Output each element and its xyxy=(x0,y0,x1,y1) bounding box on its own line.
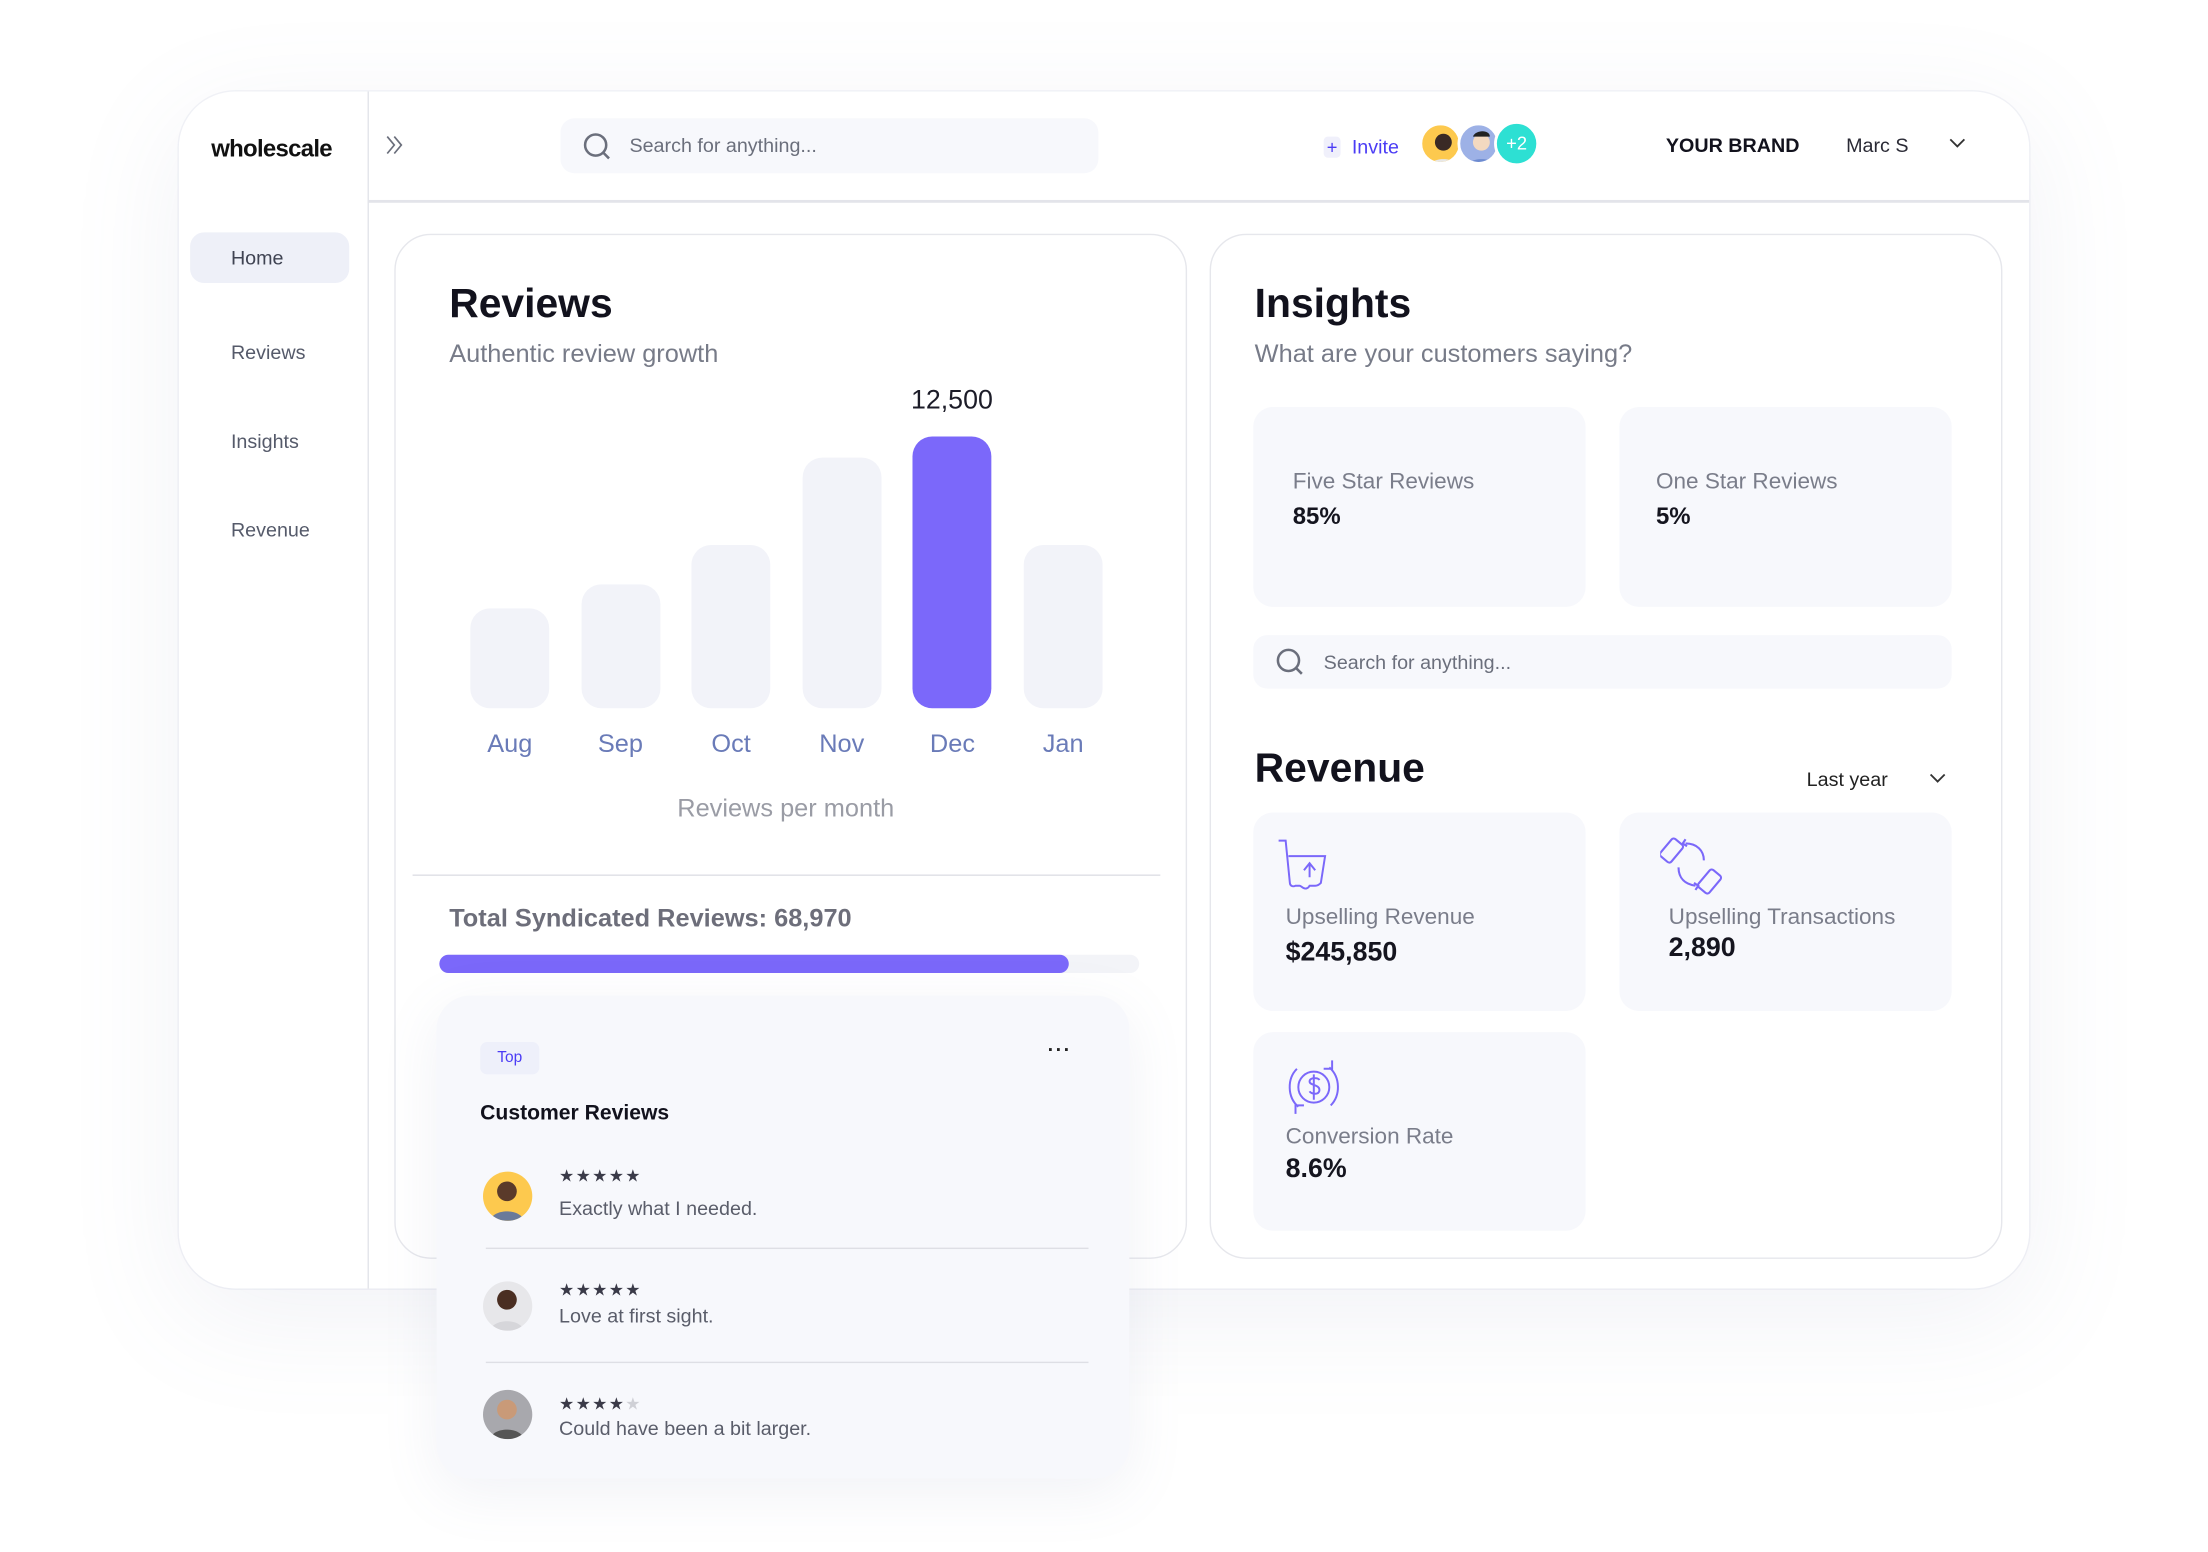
stat-label: Conversion Rate xyxy=(1285,1125,1454,1150)
star-rating: ★★★★★ xyxy=(559,1280,642,1300)
chevron-down-icon[interactable] xyxy=(1947,137,1967,151)
sidebar-divider xyxy=(367,91,369,1289)
stat-value: 2,890 xyxy=(1668,933,1736,964)
bar-dec[interactable] xyxy=(913,436,992,709)
bar-jan[interactable] xyxy=(1023,545,1103,709)
stat-label: Five Star Reviews xyxy=(1292,470,1475,495)
reviews-subtitle: Authentic review growth xyxy=(449,339,719,368)
bar-sep[interactable] xyxy=(580,584,660,709)
divider xyxy=(485,1361,1089,1364)
one-star-stat: One Star Reviews 5% xyxy=(1619,406,1952,607)
reviewer-avatar xyxy=(482,1171,533,1221)
stat-label: Upselling Transactions xyxy=(1668,905,1896,930)
person-icon xyxy=(490,1289,524,1331)
reviewer-avatar xyxy=(482,1281,533,1331)
more-options-icon[interactable]: ··· xyxy=(1048,1038,1072,1061)
chart-caption: Reviews per month xyxy=(677,794,895,823)
logo[interactable]: wholescale xyxy=(211,135,332,163)
sidebar-item-home[interactable]: Home xyxy=(190,232,350,284)
person-icon xyxy=(490,1399,524,1440)
team-avatar[interactable] xyxy=(1419,122,1462,165)
star-rating: ★★★★★ xyxy=(559,1394,642,1414)
period-select[interactable]: Last year xyxy=(1807,767,1888,790)
stat-value: $245,850 xyxy=(1285,937,1398,968)
divider xyxy=(412,874,1161,876)
review-text: Could have been a bit larger. xyxy=(559,1416,812,1440)
x-tick-label: Aug xyxy=(487,729,533,758)
stat-value: 85% xyxy=(1292,502,1341,530)
insights-search-input[interactable]: Search for anything... xyxy=(1253,635,1952,689)
stat-value: 8.6% xyxy=(1285,1154,1347,1185)
stat-label: One Star Reviews xyxy=(1655,470,1838,495)
x-tick-label: Nov xyxy=(819,729,865,758)
card-exchange-icon xyxy=(1660,837,1723,895)
header-search-input[interactable]: Search for anything... xyxy=(560,118,1099,174)
review-text: Love at first sight. xyxy=(559,1303,714,1327)
x-tick-label: Sep xyxy=(597,729,643,758)
upselling-transactions-stat: Upselling Transactions 2,890 xyxy=(1619,812,1952,1012)
x-tick-label: Jan xyxy=(1042,729,1084,758)
dashboard: wholescale Home Reviews Insights Revenue… xyxy=(0,0,2208,1552)
five-star-stat: Five Star Reviews 85% xyxy=(1253,406,1586,607)
cart-upload-icon xyxy=(1278,839,1327,890)
team-more-count[interactable]: +2 xyxy=(1494,121,1540,167)
reviews-title: Reviews xyxy=(449,281,613,327)
stat-label: Upselling Revenue xyxy=(1285,905,1475,930)
customer-reviews-title: Customer Reviews xyxy=(480,1101,670,1126)
insights-title: Insights xyxy=(1254,281,1412,327)
upselling-revenue-stat: Upselling Revenue $245,850 xyxy=(1253,812,1586,1012)
divider xyxy=(485,1247,1089,1250)
insights-subtitle: What are your customers saying? xyxy=(1254,339,1633,368)
bar-data-label: 12,500 xyxy=(910,385,993,416)
reviews-progress-bar xyxy=(439,954,1140,974)
x-tick-label: Dec xyxy=(929,729,975,758)
sidebar-item-reviews[interactable]: Reviews xyxy=(190,327,349,378)
invite-label: Invite xyxy=(1351,135,1399,158)
reviewer-avatar xyxy=(482,1389,533,1440)
star-rating: ★★★★★ xyxy=(559,1165,642,1186)
invite-button[interactable]: + Invite xyxy=(1323,131,1399,162)
top-badge[interactable]: Top xyxy=(480,1042,540,1075)
progress-fill xyxy=(439,954,1070,974)
review-text: Exactly what I needed. xyxy=(559,1196,758,1220)
search-icon xyxy=(583,133,610,160)
revenue-title: Revenue xyxy=(1254,746,1425,792)
person-icon xyxy=(490,1181,524,1221)
dollar-cycle-icon xyxy=(1288,1060,1339,1114)
search-icon xyxy=(1276,648,1303,675)
chevron-down-icon[interactable] xyxy=(1928,772,1948,786)
bar-aug[interactable] xyxy=(470,608,550,709)
search-placeholder: Search for anything... xyxy=(1323,650,1512,674)
sidebar-item-revenue[interactable]: Revenue xyxy=(190,504,349,555)
sidebar-item-insights[interactable]: Insights xyxy=(190,415,349,466)
x-tick-label: Oct xyxy=(711,729,751,758)
stat-value: 5% xyxy=(1655,502,1691,530)
user-name[interactable]: Marc S xyxy=(1846,134,1908,157)
bar-oct[interactable] xyxy=(691,545,771,709)
customer-reviews-card: Top ··· Customer Reviews ★★★★★ Exactly w… xyxy=(436,995,1130,1479)
conversion-rate-stat: Conversion Rate 8.6% xyxy=(1253,1032,1586,1231)
expand-sidebar-icon[interactable] xyxy=(383,134,406,157)
search-placeholder: Search for anything... xyxy=(629,133,817,157)
brand-label[interactable]: YOUR BRAND xyxy=(1666,134,1800,157)
header-divider xyxy=(367,199,2030,203)
bar-nov[interactable] xyxy=(802,458,882,709)
plus-icon: + xyxy=(1323,135,1341,158)
total-reviews-label: Total Syndicated Reviews: 68,970 xyxy=(449,904,852,933)
